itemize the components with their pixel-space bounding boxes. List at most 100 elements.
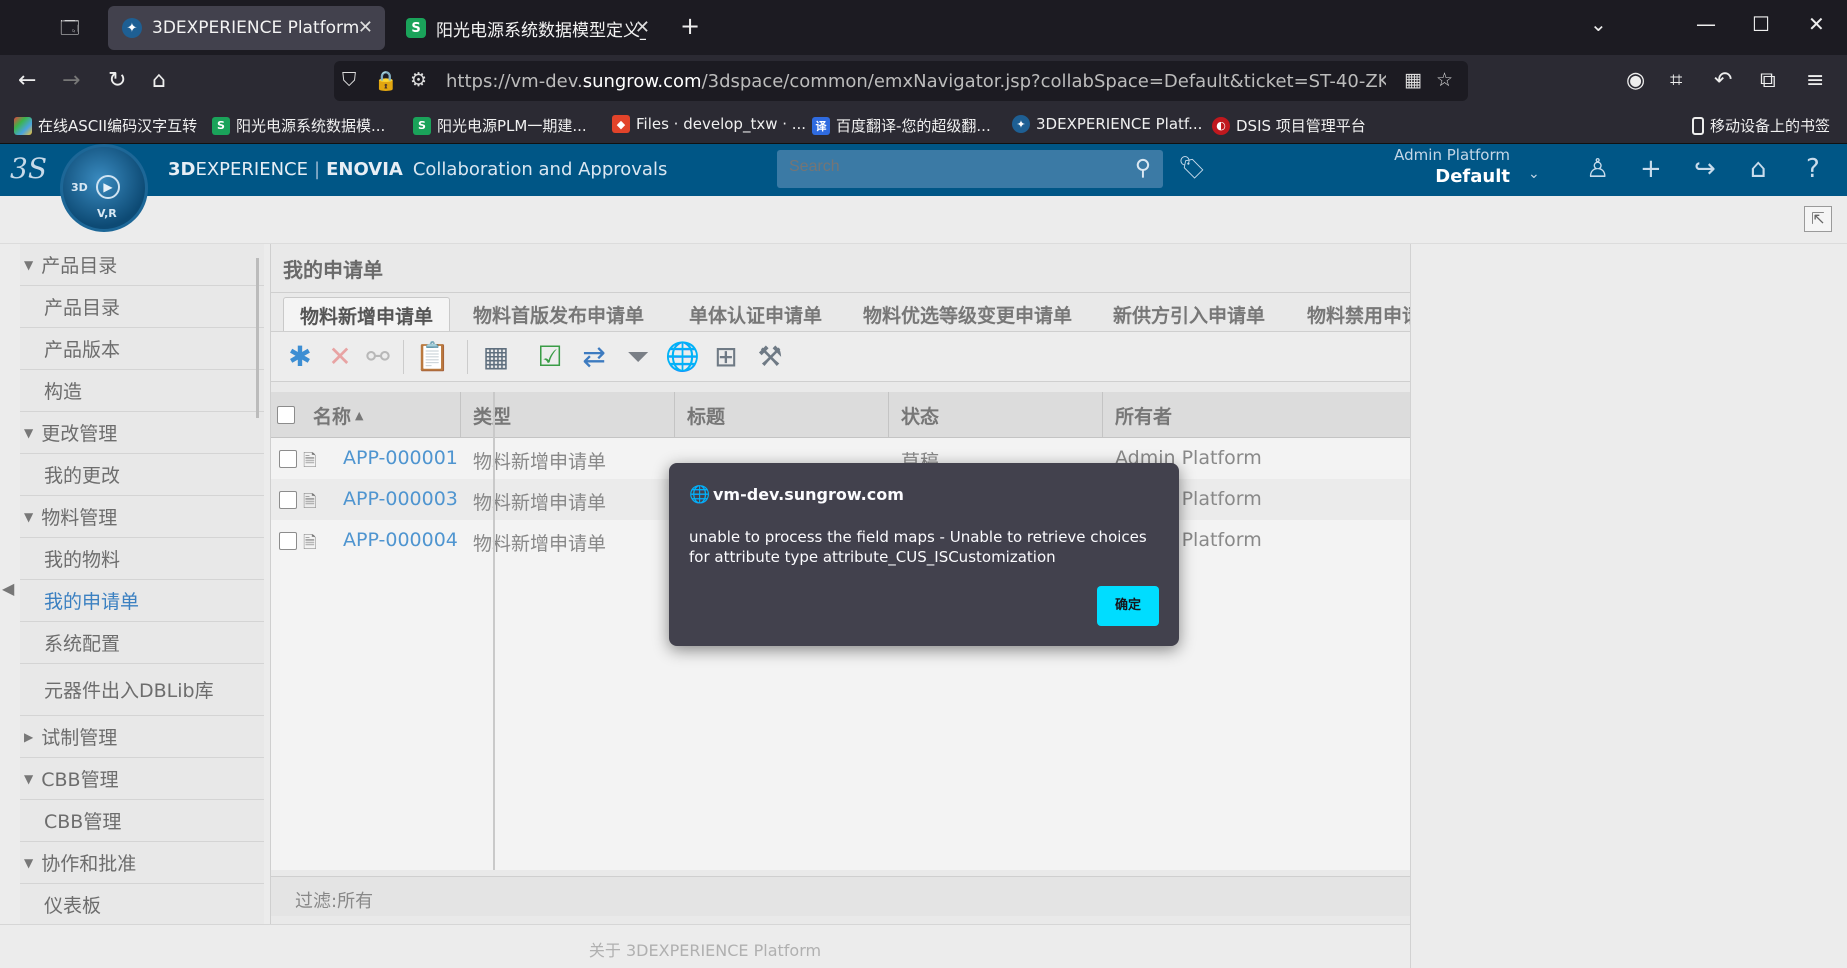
user-icon[interactable]: ♙ xyxy=(1586,154,1609,184)
bookmark-star-icon[interactable]: ☆ xyxy=(1436,69,1453,91)
sheet-favicon-icon: S xyxy=(406,18,426,38)
transfer-icon[interactable]: ⇄ xyxy=(577,340,611,374)
close-window-icon[interactable]: ✕ xyxy=(1808,12,1825,36)
pin-icon[interactable]: ⇱ xyxy=(1804,206,1832,232)
sidebar-item[interactable]: 产品目录 xyxy=(20,286,264,328)
globe-link-icon[interactable]: 🌐 xyxy=(665,340,700,374)
sidebar-item[interactable]: 构造 xyxy=(20,370,264,412)
tab-unit-certification[interactable]: 单体认证申请单 xyxy=(689,301,822,328)
tab-list-icon[interactable]: 🗔 xyxy=(60,16,84,39)
home-icon[interactable]: ⌂ xyxy=(1750,154,1767,184)
paste-icon[interactable]: 📋 xyxy=(415,340,450,374)
approve-list-icon[interactable]: ☑ xyxy=(533,340,567,374)
row-name-link[interactable]: APP-000003 xyxy=(343,488,458,510)
connect-icon[interactable]: ⚯ xyxy=(361,340,395,374)
row-checkbox[interactable] xyxy=(279,450,297,468)
search-input[interactable] xyxy=(789,158,1109,176)
search-box[interactable]: ⚲ xyxy=(777,150,1163,188)
bookmark-item[interactable]: ◆ Files · develop_txw · ... xyxy=(612,115,806,133)
url-text[interactable]: https://vm-dev.sungrow.com/3dspace/commo… xyxy=(446,71,1386,92)
column-header-owner[interactable]: 所有者 xyxy=(1103,392,1411,438)
account-icon[interactable]: ◉ xyxy=(1626,68,1645,93)
bookmark-item[interactable]: ✦ 3DEXPERIENCE Platf... xyxy=(1012,115,1202,133)
sidebar-scrollbar[interactable] xyxy=(256,258,259,418)
browser-tab-inactive[interactable]: S 阳光电源系统数据模型定义_V0 ✕ xyxy=(392,6,662,50)
select-all-icon[interactable]: ⊞ xyxy=(709,340,743,374)
delete-icon[interactable]: ✕ xyxy=(323,340,357,374)
about-link[interactable]: 关于 3DEXPERIENCE Platform xyxy=(0,924,1410,968)
forward-icon[interactable]: → xyxy=(62,68,80,93)
lock-icon[interactable]: 🔒 xyxy=(374,69,398,92)
permissions-icon[interactable]: ⚙ xyxy=(410,69,427,91)
shield-icon[interactable]: ⛉ xyxy=(342,69,356,91)
tab-material-add[interactable]: 物料新增申请单 xyxy=(283,297,451,331)
help-icon[interactable]: ? xyxy=(1806,154,1820,184)
ok-button[interactable]: 确定 xyxy=(1097,586,1159,626)
tag-icon[interactable]: 🏷 xyxy=(1178,156,1206,181)
bookmark-item[interactable]: S 阳光电源PLM一期建... xyxy=(413,115,587,136)
sidebar-category[interactable]: ▼ CBB管理 xyxy=(20,758,264,800)
chevron-down-icon[interactable]: ⌄ xyxy=(1528,166,1540,182)
close-tab-icon[interactable]: ✕ xyxy=(358,17,373,38)
row-checkbox[interactable] xyxy=(279,532,297,550)
add-icon[interactable]: + xyxy=(1640,154,1662,184)
collapse-sidebar-icon[interactable]: ◀ xyxy=(2,579,14,598)
minimize-icon[interactable]: — xyxy=(1696,12,1716,36)
bookmark-item[interactable]: S 阳光电源系统数据模... xyxy=(212,115,385,136)
crop-icon[interactable]: ⌗ xyxy=(1670,68,1682,93)
column-header-name[interactable]: 名称 ▲ xyxy=(301,392,461,438)
sidebar-item[interactable]: 元器件出入DBLib库 xyxy=(20,664,264,716)
qr-code-icon[interactable]: ▦ xyxy=(1404,69,1422,91)
sidebar-category[interactable]: ▼ 更改管理 xyxy=(20,412,264,454)
menu-icon[interactable]: ≡ xyxy=(1806,68,1824,93)
tab-material-disable[interactable]: 物料禁用申请单 xyxy=(1307,301,1411,328)
sidebar-item[interactable]: 我的物料 xyxy=(20,538,264,580)
reload-icon[interactable]: ↻ xyxy=(108,68,126,93)
tab-material-first-release[interactable]: 物料首版发布申请单 xyxy=(473,301,644,328)
sidebar-item-selected[interactable]: 我的申请单 xyxy=(20,580,264,622)
bookmark-item[interactable]: ◐ DSIS 项目管理平台 xyxy=(1212,115,1366,136)
new-icon[interactable]: ✱ xyxy=(283,340,317,374)
home-icon[interactable]: ⌂ xyxy=(152,68,166,93)
share-icon[interactable]: ↪ xyxy=(1694,154,1716,184)
mobile-icon xyxy=(1692,116,1704,135)
close-tab-icon[interactable]: ✕ xyxy=(635,17,650,38)
mobile-bookmarks[interactable]: 移动设备上的书签 xyxy=(1692,115,1830,136)
column-divider[interactable] xyxy=(493,392,495,870)
sidebar-item[interactable]: 仪表板 xyxy=(20,884,264,926)
undo-icon[interactable]: ↶ xyxy=(1714,68,1732,93)
sidebar-category[interactable]: ▶ 试制管理 xyxy=(20,716,264,758)
column-header-state[interactable]: 状态 xyxy=(889,392,1103,438)
filter-icon[interactable]: ⏷ xyxy=(621,340,655,374)
sidebar-category[interactable]: ▼ 产品目录 xyxy=(20,244,264,286)
bookmark-item[interactable]: 在线ASCII编码汉字互转 xyxy=(14,115,197,136)
row-name-link[interactable]: APP-000004 xyxy=(343,529,458,551)
browser-tab-active[interactable]: ✦ 3DEXPERIENCE Platform ✕ xyxy=(108,6,385,50)
column-header-title[interactable]: 标题 xyxy=(675,392,889,438)
tools-icon[interactable]: ⚒ xyxy=(753,340,787,374)
extensions-icon[interactable]: ⧉ xyxy=(1760,68,1776,93)
row-name-link[interactable]: APP-000001 xyxy=(343,447,458,469)
bookmark-item[interactable]: 译百度翻译-您的超级翻... xyxy=(812,115,991,136)
credentials[interactable]: Admin Platform Default xyxy=(1384,146,1510,187)
sidebar-category[interactable]: ▼ 协作和批准 xyxy=(20,842,264,884)
maximize-icon[interactable]: ☐ xyxy=(1752,12,1770,36)
sidebar-item[interactable]: CBB管理 xyxy=(20,800,264,842)
new-tab-icon[interactable]: + xyxy=(680,12,700,40)
3dexperience-icon: ✦ xyxy=(1012,115,1030,133)
sidebar-item[interactable]: 我的更改 xyxy=(20,454,264,496)
3ds-logo-icon[interactable]: 3S xyxy=(10,152,47,185)
url-bar[interactable]: ⛉ 🔒 ⚙ https://vm-dev.sungrow.com/3dspace… xyxy=(334,61,1468,101)
tab-overflow-chevron-icon[interactable]: ⌄ xyxy=(1590,12,1607,36)
edit-table-icon[interactable]: ▦ xyxy=(479,340,513,374)
bookmarks-bar: 在线ASCII编码汉字互转 S 阳光电源系统数据模... S 阳光电源PLM一期建.… xyxy=(0,107,1847,144)
tab-new-supplier[interactable]: 新供方引入申请单 xyxy=(1113,301,1265,328)
row-checkbox[interactable] xyxy=(279,491,297,509)
compass-icon[interactable]: 3D ▶ V,R xyxy=(60,144,148,232)
sidebar-category[interactable]: ▼ 物料管理 xyxy=(20,496,264,538)
search-icon[interactable]: ⚲ xyxy=(1135,156,1151,181)
sidebar-item[interactable]: 产品版本 xyxy=(20,328,264,370)
sidebar-item[interactable]: 系统配置 xyxy=(20,622,264,664)
tab-preference-change[interactable]: 物料优选等级变更申请单 xyxy=(863,301,1072,328)
back-icon[interactable]: ← xyxy=(18,68,36,93)
